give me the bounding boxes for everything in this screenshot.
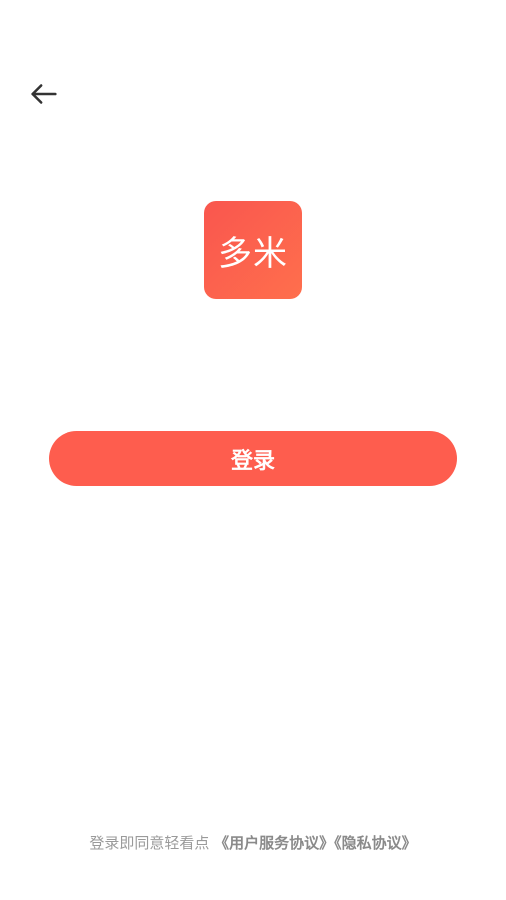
agreement-prefix: 登录即同意轻看点	[89, 834, 215, 852]
app-logo: 多米	[204, 201, 302, 299]
terms-of-service-link[interactable]: 《用户服务协议》	[214, 834, 334, 852]
privacy-policy-link[interactable]: 《隐私协议》	[334, 834, 417, 852]
agreement-text: 登录即同意轻看点 《用户服务协议》《隐私协议》	[0, 832, 506, 853]
back-button[interactable]	[22, 72, 66, 116]
logo-text: 多米	[218, 233, 288, 274]
login-button[interactable]: 登录	[49, 431, 457, 486]
arrow-left-icon	[31, 84, 57, 104]
